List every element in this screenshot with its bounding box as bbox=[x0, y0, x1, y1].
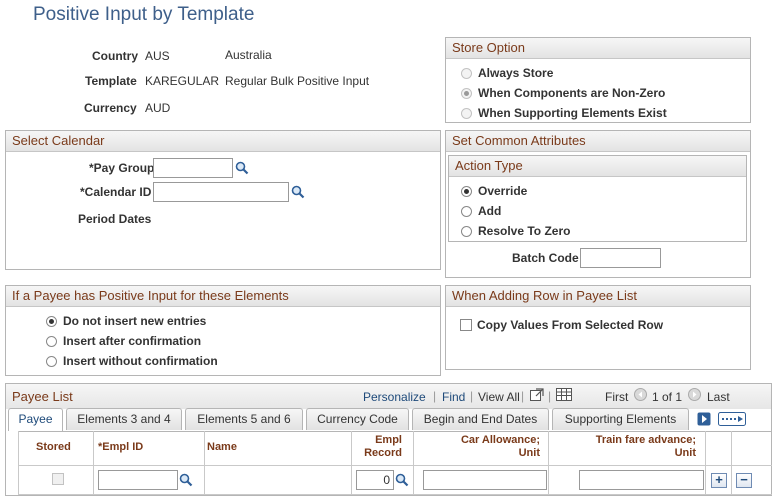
col-empl-record: Empl Record bbox=[364, 434, 402, 459]
show-all-columns-icon[interactable] bbox=[718, 412, 746, 426]
personalize-link[interactable]: Personalize bbox=[363, 390, 426, 404]
pay-group-label: *Pay Group bbox=[89, 161, 155, 175]
grid-divider bbox=[18, 431, 19, 495]
find-link[interactable]: Find bbox=[442, 390, 465, 404]
store-option-supporting[interactable]: When Supporting Elements Exist bbox=[461, 106, 667, 120]
empl-id-input[interactable] bbox=[98, 470, 178, 490]
stored-checkbox[interactable] bbox=[52, 473, 64, 485]
store-option-non-zero[interactable]: When Components are Non-Zero bbox=[461, 86, 665, 100]
currency-code: AUD bbox=[145, 101, 171, 115]
col-car-allowance: Car Allowance; Unit bbox=[460, 434, 540, 459]
grid-divider bbox=[204, 431, 205, 495]
checkbox-icon bbox=[460, 319, 472, 331]
template-name: Regular Bulk Positive Input bbox=[225, 74, 370, 88]
radio-icon bbox=[461, 107, 472, 119]
copy-values-checkbox[interactable]: Copy Values From Selected Row bbox=[460, 318, 663, 332]
currency-label: Currency bbox=[84, 101, 137, 115]
country-label: Country bbox=[92, 49, 138, 63]
tab-payee[interactable]: Payee bbox=[8, 408, 63, 431]
action-add-radio[interactable]: Add bbox=[461, 204, 501, 218]
separator: | bbox=[521, 389, 525, 403]
view-all-link[interactable]: View All bbox=[478, 390, 520, 404]
col-name: Name bbox=[207, 441, 237, 453]
page-title: Positive Input by Template bbox=[33, 4, 255, 25]
radio-icon bbox=[461, 225, 472, 237]
calendar-id-input[interactable] bbox=[153, 182, 289, 202]
tab-currency-code[interactable]: Currency Code bbox=[306, 408, 409, 430]
radio-icon bbox=[461, 185, 472, 197]
pay-group-input[interactable] bbox=[153, 158, 233, 178]
insert-without-confirmation-radio[interactable]: Insert without confirmation bbox=[46, 354, 218, 368]
period-dates-label: Period Dates bbox=[78, 212, 152, 226]
separator: | bbox=[470, 389, 474, 403]
first-label: First bbox=[605, 390, 629, 404]
country-name: Australia bbox=[225, 48, 272, 62]
batch-code-input[interactable] bbox=[580, 248, 661, 268]
col-stored: Stored bbox=[36, 441, 71, 453]
action-type-header: Action Type bbox=[449, 156, 746, 177]
do-not-insert-radio[interactable]: Do not insert new entries bbox=[46, 314, 206, 328]
action-override-radio[interactable]: Override bbox=[461, 184, 527, 198]
separator: | bbox=[548, 389, 552, 403]
search-icon[interactable] bbox=[235, 161, 249, 175]
tab-elements-5-6[interactable]: Elements 5 and 6 bbox=[185, 408, 303, 430]
action-resolve-zero-radio[interactable]: Resolve To Zero bbox=[461, 224, 570, 238]
grid-divider bbox=[705, 431, 706, 495]
common-attributes-header: Set Common Attributes bbox=[446, 131, 750, 152]
radio-icon bbox=[46, 355, 57, 367]
previous-icon[interactable] bbox=[634, 388, 647, 401]
new-window-icon[interactable] bbox=[530, 388, 544, 401]
empl-record-input[interactable]: 0 bbox=[356, 470, 394, 490]
grid-divider bbox=[731, 431, 732, 495]
adding-row-header: When Adding Row in Payee List bbox=[446, 286, 750, 307]
template-code: KAREGULAR bbox=[145, 74, 220, 88]
grid-divider bbox=[93, 431, 94, 495]
template-label: Template bbox=[85, 74, 137, 88]
store-option-always[interactable]: Always Store bbox=[461, 66, 553, 80]
page-range: 1 of 1 bbox=[652, 390, 683, 404]
radio-icon bbox=[46, 335, 57, 347]
add-row-button[interactable]: + bbox=[711, 473, 727, 488]
payee-positive-input-header: If a Payee has Positive Input for these … bbox=[6, 286, 440, 307]
radio-icon bbox=[461, 205, 472, 217]
last-label: Last bbox=[707, 390, 730, 404]
delete-row-button[interactable]: − bbox=[736, 473, 752, 488]
calendar-id-label: *Calendar ID bbox=[80, 185, 152, 199]
car-allowance-input[interactable] bbox=[423, 470, 547, 490]
batch-code-label: Batch Code bbox=[512, 251, 579, 265]
search-icon[interactable] bbox=[291, 185, 305, 199]
payee-list-title: Payee List bbox=[12, 389, 73, 404]
grid-row-border bbox=[18, 494, 772, 495]
col-train-fare: Train fare advance; Unit bbox=[595, 434, 696, 459]
train-fare-input[interactable] bbox=[579, 470, 704, 490]
next-icon[interactable] bbox=[688, 388, 701, 401]
grid-download-icon[interactable] bbox=[556, 388, 572, 401]
search-icon[interactable] bbox=[395, 473, 409, 487]
radio-icon bbox=[461, 87, 472, 99]
tab-begin-end-dates[interactable]: Begin and End Dates bbox=[412, 408, 549, 430]
radio-icon bbox=[46, 315, 57, 327]
tab-supporting-elements[interactable]: Supporting Elements bbox=[552, 408, 689, 430]
country-code: AUS bbox=[145, 49, 170, 63]
store-option-header: Store Option bbox=[446, 38, 750, 59]
radio-icon bbox=[461, 67, 472, 79]
tab-scroll-right-icon[interactable] bbox=[697, 412, 711, 426]
tab-elements-3-4[interactable]: Elements 3 and 4 bbox=[66, 408, 182, 430]
grid-top-border bbox=[18, 431, 772, 432]
search-icon[interactable] bbox=[179, 473, 193, 487]
select-calendar-header: Select Calendar bbox=[6, 131, 440, 152]
insert-after-confirmation-radio[interactable]: Insert after confirmation bbox=[46, 334, 201, 348]
separator: | bbox=[433, 389, 437, 403]
